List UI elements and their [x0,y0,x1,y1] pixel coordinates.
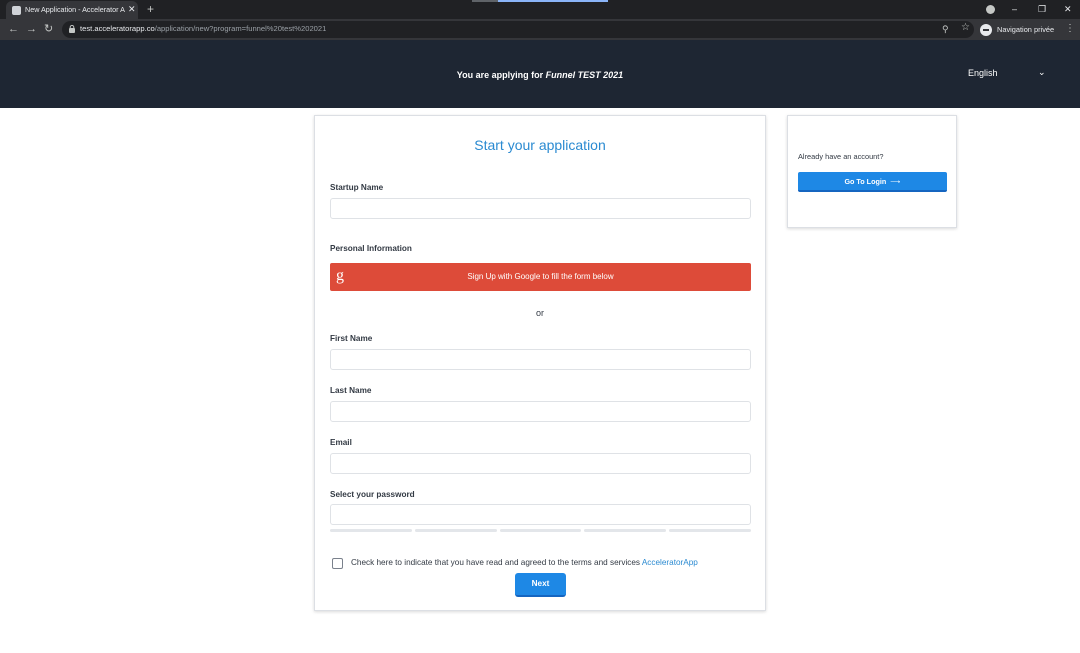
private-label: Navigation privée [997,25,1055,34]
password-input[interactable] [330,504,751,525]
forward-icon[interactable]: → [26,22,37,36]
first-name-label: First Name [330,334,373,343]
strength-segment [584,529,667,532]
strength-segment [669,529,751,532]
browser-tab[interactable]: New Application - Accelerator Ap ✕ [6,1,138,19]
email-label: Email [330,438,352,447]
next-button[interactable]: Next [515,573,566,597]
tab-title: New Application - Accelerator Ap [25,5,125,14]
minimize-icon[interactable]: – [1012,3,1017,15]
terms-checkbox[interactable] [332,558,343,569]
site-header: You are applying for Funnel TEST 2021 En… [0,40,1080,108]
applying-prefix: You are applying for [456,70,544,80]
password-label: Select your password [330,490,415,499]
private-browsing-badge[interactable]: Navigation privée [980,22,1054,37]
login-label: Go To Login ⟶ [798,177,947,186]
back-icon[interactable]: ← [8,22,19,36]
login-card: Already have an account? Go To Login ⟶ [787,115,957,228]
last-name-input[interactable] [330,401,751,422]
google-signup-label: Sign Up with Google to fill the form bel… [467,272,614,281]
address-bar[interactable]: test.acceleratorapp.co/application/new?p… [62,21,974,38]
password-strength-meter [330,529,751,532]
restore-icon[interactable]: ❐ [1038,3,1046,15]
first-name-input[interactable] [330,349,751,370]
login-label-text: Go To Login [844,177,887,186]
lock-icon [69,25,75,33]
terms-link[interactable]: AcceleratorApp [642,558,698,567]
favicon-icon [12,6,21,15]
tab-close-icon[interactable]: ✕ [128,4,136,14]
program-name: Funnel TEST 2021 [545,70,624,80]
browser-toolbar: ← → ↻ test.acceleratorapp.co/application… [0,19,1080,40]
last-name-label: Last Name [330,386,372,395]
arrow-right-icon: ⟶ [890,177,901,186]
go-to-login-button[interactable]: Go To Login ⟶ [798,172,947,192]
new-tab-button[interactable]: + [147,2,154,16]
terms-label: Check here to indicate that you have rea… [351,558,641,567]
strength-segment [499,529,582,532]
already-have-account-text: Already have an account? [798,152,884,161]
terms-text: Check here to indicate that you have rea… [351,558,698,567]
url-text: test.acceleratorapp.co/application/new?p… [80,24,326,33]
startup-name-label: Startup Name [330,183,384,192]
key-icon[interactable]: ⚲ [942,24,949,35]
strength-segment [330,529,412,532]
browser-tab-bar: New Application - Accelerator Ap ✕ + – ❐… [0,0,1080,19]
url-host: test.acceleratorapp.co [80,24,155,33]
personal-info-label: Personal Information [330,244,412,253]
language-selector[interactable]: English [968,68,998,78]
reload-icon[interactable]: ↻ [44,22,53,36]
startup-name-input[interactable] [330,198,751,219]
page-load-indicator [472,0,608,2]
star-icon[interactable]: ☆ [961,22,970,33]
chevron-down-icon[interactable]: ⌄ [1038,67,1046,78]
email-input[interactable] [330,453,751,474]
applying-for-text: You are applying for Funnel TEST 2021 [0,70,1080,80]
close-window-icon[interactable]: ✕ [1064,3,1072,15]
google-signup-button[interactable]: g Sign Up with Google to fill the form b… [330,263,751,291]
form-title: Start your application [474,137,606,153]
application-form-card: Start your application Startup Name Pers… [314,115,766,611]
next-label: Next [531,579,550,588]
strength-segment [414,529,497,532]
url-path: /application/new?program=funnel%20test%2… [154,24,327,33]
kebab-icon[interactable]: ⋮ [1065,23,1075,35]
profile-icon[interactable] [986,5,995,14]
incognito-icon [980,23,992,36]
or-divider: or [535,308,544,318]
